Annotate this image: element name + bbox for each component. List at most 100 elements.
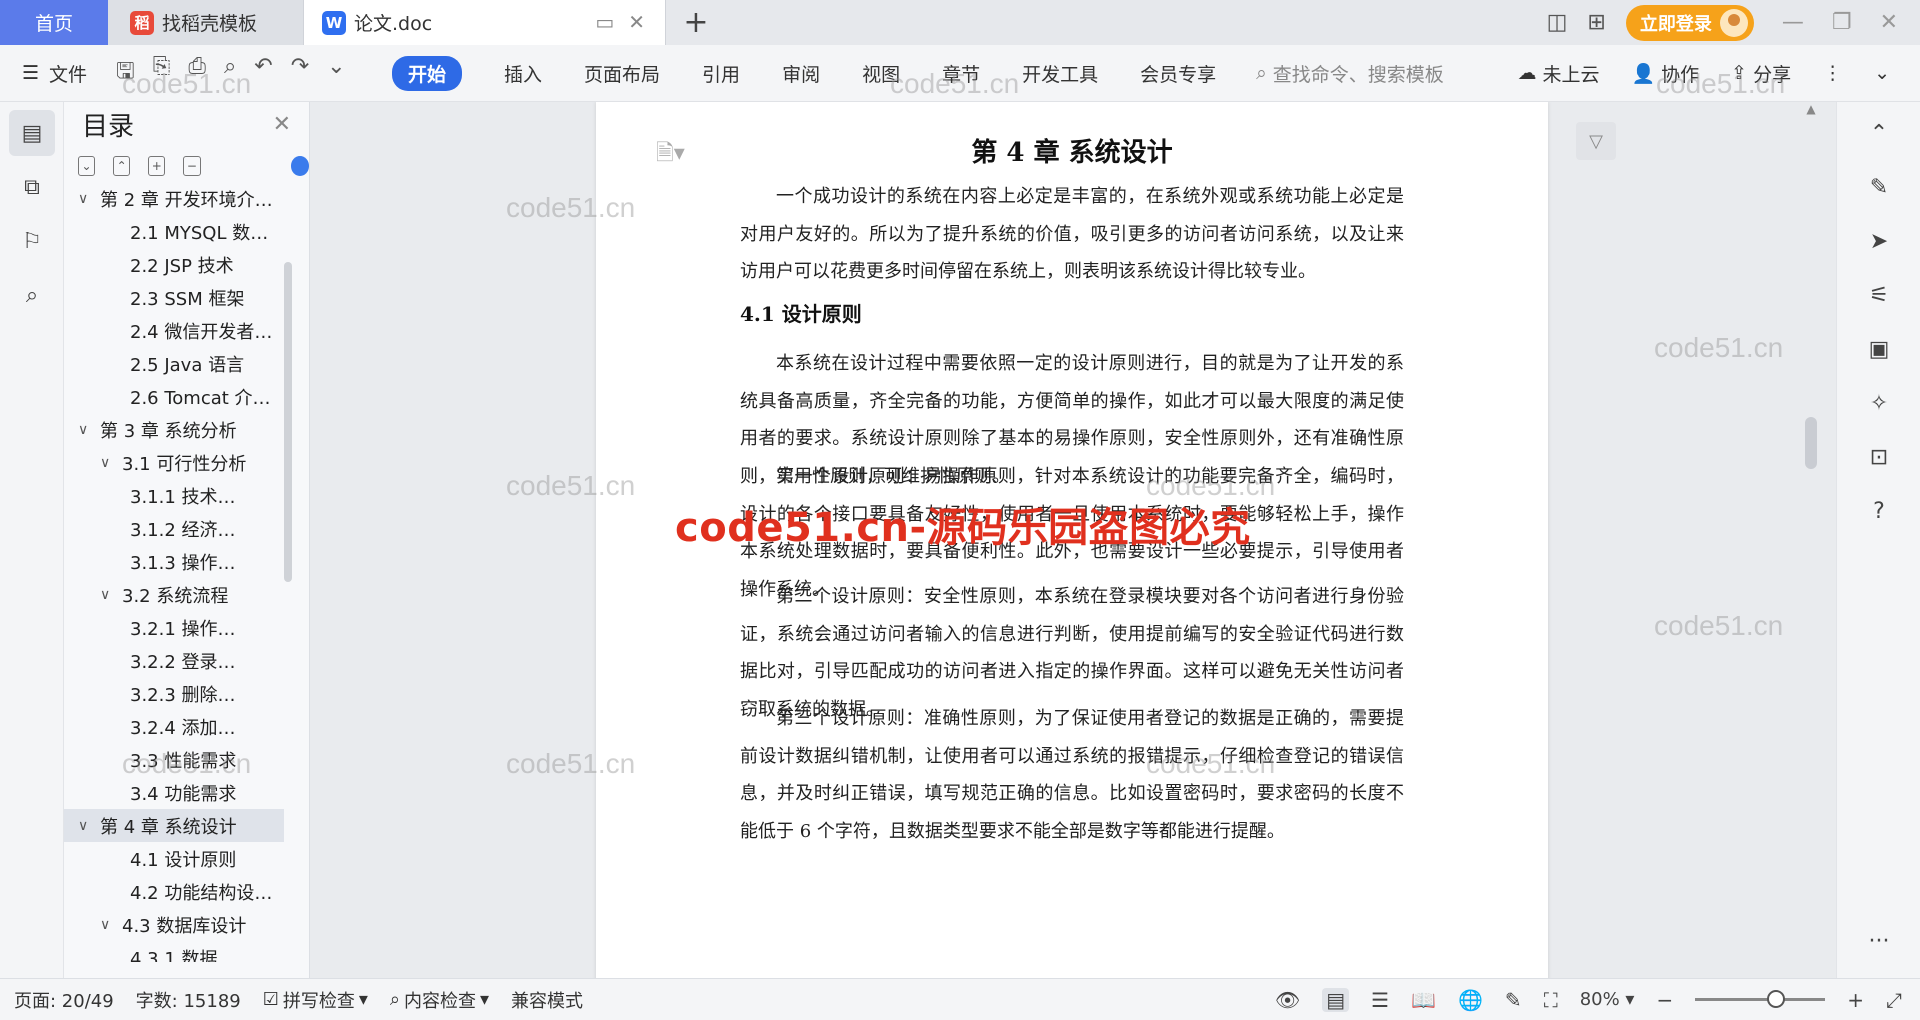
tab-docer-templates[interactable]: 稻 找稻壳模板 xyxy=(108,0,304,45)
export-icon[interactable]: ⎘ xyxy=(153,54,171,92)
outline-view-icon[interactable]: ☰ xyxy=(1371,988,1389,1012)
page-view-icon[interactable]: ▤ xyxy=(1322,987,1350,1012)
toc-item[interactable]: ∨ 3.2 系统流程 xyxy=(64,578,284,611)
toc-item[interactable]: 4.2 功能结构设… xyxy=(64,875,284,908)
select-cursor-icon[interactable]: ➤ xyxy=(1837,214,1920,268)
cloud-status-button[interactable]: ☁ 未上云 xyxy=(1517,60,1599,87)
chevron-down-icon[interactable]: ∨ xyxy=(78,818,94,834)
toc-item[interactable]: 2.5 Java 语言 xyxy=(64,347,284,380)
zoom-slider[interactable] xyxy=(1695,990,1826,1008)
collapse-all-icon[interactable]: ⌃ xyxy=(113,156,131,176)
eye-protection-icon[interactable]: 👁 xyxy=(1275,988,1300,1012)
zoom-level[interactable]: 80% ▾ xyxy=(1580,989,1635,1010)
chevron-down-icon[interactable]: ∨ xyxy=(100,455,116,471)
read-view-icon[interactable]: 📖 xyxy=(1411,988,1436,1012)
zoom-in-icon[interactable]: + xyxy=(1847,988,1864,1012)
toc-item[interactable]: 3.2.3 删除… xyxy=(64,677,284,710)
print-icon[interactable]: ⎙ xyxy=(188,54,206,92)
chevron-down-icon[interactable]: ∨ xyxy=(78,422,94,438)
close-icon[interactable]: ✕ xyxy=(273,112,291,137)
ribbon-tab[interactable]: 引用 xyxy=(702,56,740,91)
toc-item[interactable]: 2.4 微信开发者… xyxy=(64,314,284,347)
write-mode-icon[interactable]: ✎ xyxy=(1505,988,1522,1012)
toc-item[interactable]: 3.1.1 技术… xyxy=(64,479,284,512)
tab-active-document[interactable]: W 论文.doc ▭ ✕ xyxy=(304,0,666,45)
restore-icon[interactable]: ❐ xyxy=(1832,10,1852,35)
expand-all-icon[interactable]: ⌄ xyxy=(78,156,96,176)
undo-icon[interactable]: ↶ xyxy=(254,54,272,92)
edit-pen-icon[interactable]: ✎ xyxy=(1837,160,1920,214)
more-icon[interactable]: ··· xyxy=(1837,914,1920,968)
zoom-out-icon[interactable]: − xyxy=(1656,988,1673,1012)
toc-item[interactable]: ∨ 第 4 章 系统设计 xyxy=(64,809,284,842)
tab-home[interactable]: 首页 xyxy=(0,0,108,45)
toc-item[interactable]: ∨ 3.1 可行性分析 xyxy=(64,446,284,479)
fit-page-icon[interactable]: ⛶ xyxy=(1544,988,1558,1012)
close-tab-icon[interactable]: ✕ xyxy=(628,10,645,34)
smart-toc-icon[interactable] xyxy=(290,156,309,176)
toc-item[interactable]: 2.3 SSM 框架 xyxy=(64,281,284,314)
word-count[interactable]: 字数: 15189 xyxy=(136,987,241,1013)
redo-icon[interactable]: ↷ xyxy=(291,54,309,92)
ribbon-tab[interactable]: 页面布局 xyxy=(584,56,660,91)
layout-toggle-icon[interactable]: ◫ xyxy=(1547,10,1568,35)
toc-item[interactable]: 4.3.1 数据… xyxy=(64,941,284,963)
toc-item[interactable]: 2.2 JSP 技术 xyxy=(64,248,284,281)
close-window-icon[interactable]: ✕ xyxy=(1880,10,1898,35)
new-tab-button[interactable]: + xyxy=(666,0,726,45)
remove-heading-icon[interactable]: − xyxy=(183,156,201,176)
ribbon-tab[interactable]: 开发工具 xyxy=(1022,56,1098,91)
toc-item[interactable]: 3.2.2 登录… xyxy=(64,644,284,677)
toc-item[interactable]: 3.2.4 添加… xyxy=(64,710,284,743)
file-menu-button[interactable]: ☰ 文件 xyxy=(0,60,112,87)
fullscreen-icon[interactable]: ⤢ xyxy=(1886,988,1902,1012)
collaborate-button[interactable]: 👤 协作 xyxy=(1631,60,1699,87)
bookmark-icon[interactable]: ⚐ xyxy=(9,218,55,264)
toc-item[interactable]: 3.1.3 操作… xyxy=(64,545,284,578)
share-button[interactable]: ⇪ 分享 xyxy=(1731,60,1791,87)
toc-item[interactable]: 2.6 Tomcat 介… xyxy=(64,380,284,413)
ai-assistant-icon[interactable]: ✧ xyxy=(1837,376,1920,430)
command-search[interactable]: ⌕ 查找命令、搜索模板 xyxy=(1256,60,1444,87)
more-chevron-icon[interactable]: ⌄ xyxy=(327,54,345,92)
zoom-slider-knob[interactable] xyxy=(1767,990,1786,1008)
ribbon-tab[interactable]: 审阅 xyxy=(782,56,820,91)
help-icon[interactable]: ? xyxy=(1837,484,1920,538)
page-count[interactable]: 页面: 20/49 xyxy=(14,987,114,1013)
navigation-icon[interactable]: ⧉ xyxy=(9,164,55,210)
ribbon-tab[interactable]: 视图 xyxy=(862,56,900,91)
login-button[interactable]: 立即登录 xyxy=(1625,4,1754,41)
ribbon-tab[interactable]: 插入 xyxy=(504,56,542,91)
chevron-down-icon[interactable]: ∨ xyxy=(100,587,116,603)
toc-item[interactable]: 3.3 性能需求 xyxy=(64,743,284,776)
toc-item[interactable]: ∨ 第 2 章 开发环境介… xyxy=(64,182,284,215)
chevron-down-icon[interactable]: ∨ xyxy=(78,191,94,207)
toc-item[interactable]: 2.1 MYSQL 数… xyxy=(64,215,284,248)
image-tools-icon[interactable]: ▣ xyxy=(1837,322,1920,376)
toc-item[interactable]: ∨ 4.3 数据库设计 xyxy=(64,908,284,941)
toc-item[interactable]: 3.2.1 操作… xyxy=(64,611,284,644)
toc-scrollbar[interactable] xyxy=(284,262,292,582)
collapse-ribbon-icon[interactable]: ⌄ xyxy=(1874,62,1890,84)
toc-item[interactable]: 4.1 设计原则 xyxy=(64,842,284,875)
spell-check-button[interactable]: ☑ 拼写检查 ▾ xyxy=(263,987,368,1013)
save-icon[interactable]: 🖫 xyxy=(116,54,135,92)
web-view-icon[interactable]: 🌐 xyxy=(1458,988,1483,1012)
toc-item[interactable]: ∨ 第 3 章 系统分析 xyxy=(64,413,284,446)
toc-item[interactable]: 3.1.2 经济… xyxy=(64,512,284,545)
read-mode-icon[interactable]: ⊡ xyxy=(1837,430,1920,484)
scroll-thumb[interactable] xyxy=(1805,417,1817,469)
ribbon-tab[interactable]: 章节 xyxy=(942,56,980,91)
scroll-up-icon[interactable]: ▲ xyxy=(1806,102,1815,116)
apps-grid-icon[interactable]: ⊞ xyxy=(1587,10,1605,35)
adjust-sliders-icon[interactable]: ⚟ xyxy=(1837,268,1920,322)
content-check-button[interactable]: ⌕ 内容检查 ▾ xyxy=(390,987,489,1013)
collapse-up-icon[interactable]: ⌃ xyxy=(1837,106,1920,160)
add-heading-icon[interactable]: + xyxy=(148,156,166,176)
toc-item[interactable]: 3.4 功能需求 xyxy=(64,776,284,809)
chevron-down-icon[interactable]: ∨ xyxy=(100,917,116,933)
more-options-icon[interactable]: ⋮ xyxy=(1823,62,1842,84)
toc-panel-icon[interactable]: ▤ xyxy=(9,110,55,156)
minimize-icon[interactable]: — xyxy=(1782,10,1804,35)
ribbon-tab[interactable]: 开始 xyxy=(392,55,463,91)
